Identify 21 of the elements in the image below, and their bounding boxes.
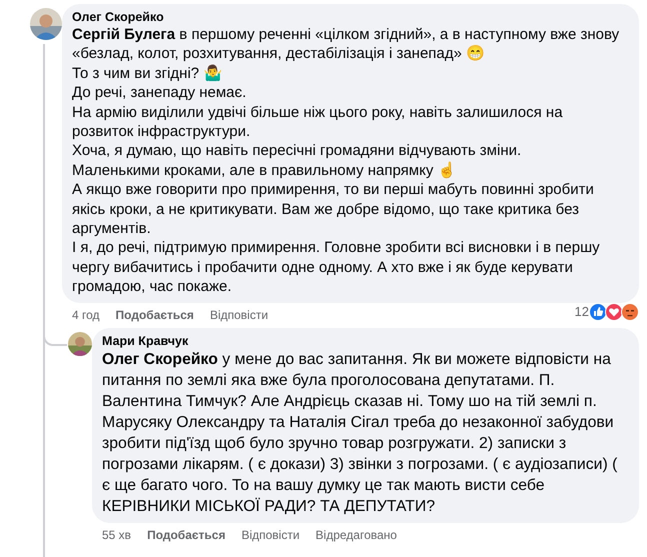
reply-link[interactable]: Відповісти	[210, 308, 268, 322]
like-link[interactable]: Подобається	[147, 528, 226, 542]
author-link[interactable]: Олег Скорейко	[72, 10, 627, 24]
comment-text: То з чим ви згідні? 🤷‍♂	[72, 64, 224, 84]
angry-face-icon[interactable]	[621, 302, 639, 321]
reaction-count[interactable]: 12	[574, 304, 589, 319]
comment-text: Сергій Булега в першому реченні «цілком згідний», а в наступному вже знову «безлад, колот, розхитування, дестабілізація і занепад» 😁	[72, 25, 620, 64]
comment-text: А якщо вже говорити про примирення, то ви перші мабуть повинні зробити якісь кроки, а не критикувати. Вам же добре відомо, що таке критика без аргументів.	[72, 180, 595, 238]
thumbs-up-icon[interactable]	[589, 302, 607, 321]
comment-text: На армію виділили удвічі більше ніж цього року, навіть залишилося на розвиток інфраструктури.	[72, 102, 564, 142]
like-link[interactable]: Подобається	[116, 308, 194, 322]
reply-link[interactable]: Відповісти	[241, 528, 300, 542]
comment-text: До речі, занепаду немає.	[72, 83, 248, 103]
comment-text: Олег Скорейко у мене до вас запитання. Як ви можете відповісти на питання по землі яка вже була проголосована депутатами. П. Валентина Тимчук? Але Андрієць сказав ні. Тому шо на тій землі п. Марусяку Олександру та Наталія Сігал треба до незаконної забудови зробити під'їзд щоб було зручно товар розгружати. 2) записки з погрозами лікарям. ( є докази) 3) звінки з погрозами. ( є аудіозаписи) ( є ще багато чого. То на вашу думку це так мають висти себе КЕРІВНИКИ МІСЬКОЇ РАДИ? ТА ДЕПУТАТИ?	[102, 350, 618, 517]
comment-text: Хоча, я думаю, що навіть пересічні громадяни відчувають зміни.	[72, 141, 522, 161]
comment-text: Маленькими кроками, але в правильному напрямку ☝	[72, 160, 458, 180]
timestamp[interactable]: 4 год	[72, 308, 100, 322]
comment-text: І я, до речі, підтримую примирення. Головне зробити всі висновки і в першу чергу вибачитись і пробачити одне одному. А хто вже і як буде керувати громадою, час покаже.	[72, 238, 601, 297]
timestamp[interactable]: 55 хв	[102, 528, 132, 542]
author-link[interactable]: Мари Кравчук	[102, 334, 627, 348]
edited-label: Відредаговано	[316, 528, 397, 542]
